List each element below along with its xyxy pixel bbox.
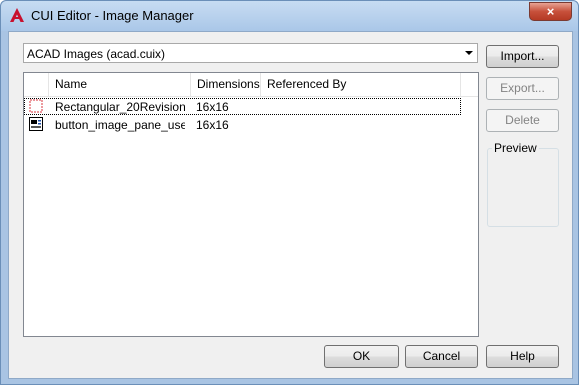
export-button[interactable]: Export...	[486, 77, 559, 100]
cancel-button[interactable]: Cancel	[405, 345, 478, 368]
import-button[interactable]: Import...	[486, 45, 559, 68]
list-header: Name Dimensions Referenced By	[24, 73, 478, 97]
column-header-referenced-by[interactable]: Referenced By	[261, 73, 461, 96]
column-header-name[interactable]: Name	[49, 73, 191, 96]
help-button[interactable]: Help	[486, 345, 559, 368]
window-title: CUI Editor - Image Manager	[31, 8, 194, 23]
row-name: button_image_pane_use...	[55, 118, 185, 132]
image-source-dropdown[interactable]: ACAD Images (acad.cuix)	[23, 43, 478, 63]
title-bar[interactable]: CUI Editor - Image Manager ×	[1, 1, 578, 31]
revision-cloud-icon	[29, 99, 43, 113]
close-button[interactable]: ×	[529, 2, 572, 21]
close-icon: ×	[546, 4, 555, 19]
list-item[interactable]: button_image_pane_use... 16x16	[24, 116, 461, 133]
row-name: Rectangular_20Revision...	[55, 100, 185, 114]
autocad-logo-icon	[10, 8, 24, 22]
row-dimensions: 16x16	[196, 118, 229, 132]
image-pane-icon	[29, 117, 43, 131]
dialog-body: ACAD Images (acad.cuix) Name Dimensions …	[8, 31, 573, 379]
column-header-dimensions[interactable]: Dimensions	[191, 73, 261, 96]
preview-label: Preview	[492, 141, 539, 155]
delete-button[interactable]: Delete	[486, 109, 559, 132]
image-source-value: ACAD Images (acad.cuix)	[27, 47, 166, 61]
chevron-down-icon[interactable]	[465, 51, 473, 55]
image-manager-window: CUI Editor - Image Manager × ACAD Images…	[0, 0, 579, 385]
ok-button[interactable]: OK	[324, 345, 399, 368]
preview-group: Preview	[487, 141, 559, 227]
image-list[interactable]: Name Dimensions Referenced By Rectangula…	[23, 72, 479, 337]
column-header-icon[interactable]	[24, 73, 49, 96]
row-dimensions: 16x16	[196, 100, 229, 114]
list-item[interactable]: Rectangular_20Revision... 16x16	[24, 98, 461, 115]
